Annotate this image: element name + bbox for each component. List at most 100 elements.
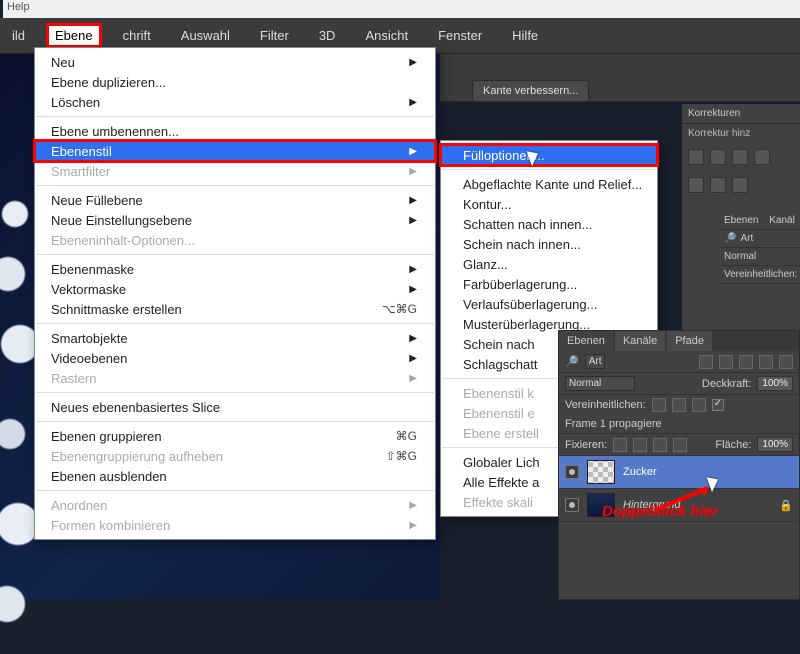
submenu-arrow-icon: ▶ (409, 195, 417, 206)
filter-shape-icon[interactable] (759, 355, 773, 369)
menu-item-label: Schatten nach innen... (463, 217, 592, 232)
adjust-icon[interactable] (710, 149, 726, 165)
korrekturen-tab[interactable]: Korrekturen (682, 104, 800, 124)
menu-ebene[interactable]: Ebene (49, 26, 99, 45)
adjust-icon[interactable] (732, 177, 748, 193)
menu-item-formen-kombinieren: Formen kombinieren▶ (35, 515, 435, 535)
mouse-cursor-2 (529, 149, 543, 167)
menu-item-smartobjekte[interactable]: Smartobjekte▶ (35, 328, 435, 348)
menu-item-verlaufs-berlagerung[interactable]: Verlaufsüberlagerung... (441, 294, 657, 314)
search-icon[interactable]: 🔎 (565, 355, 579, 368)
layers-panel-partial: Ebenen Kanäl 🔎Art Normal Vereinheitliche… (720, 212, 800, 284)
menu-item-shortcut: ⌘G (396, 429, 417, 443)
menu-item-glanz[interactable]: Glanz... (441, 254, 657, 274)
unify-style-icon[interactable] (692, 398, 706, 412)
menu-item-smartfilter: Smartfilter▶ (35, 161, 435, 181)
fill-value[interactable]: 100% (757, 437, 793, 452)
menu-item-schnittmaske-erstellen[interactable]: Schnittmaske erstellen⌥⌘G (35, 299, 435, 319)
menu-item-ebenen-gruppieren[interactable]: Ebenen gruppieren⌘G (35, 426, 435, 446)
layer-thumbnail[interactable] (587, 460, 615, 484)
unify-position-icon[interactable] (652, 398, 666, 412)
filter-image-icon[interactable] (699, 355, 713, 369)
propagate-label: Frame 1 propagiere (565, 418, 662, 430)
menu-item-label: Smartobjekte (51, 331, 128, 346)
menu-item-vektormaske[interactable]: Vektormaske▶ (35, 279, 435, 299)
kind-filter[interactable]: Art (585, 354, 606, 369)
menu-item-schein-nach-innen[interactable]: Schein nach innen... (441, 234, 657, 254)
menu-item-kontur[interactable]: Kontur... (441, 194, 657, 214)
propagate-checkbox[interactable] (712, 399, 724, 411)
menu-item-neu[interactable]: Neu▶ (35, 52, 435, 72)
adjust-icon[interactable] (732, 149, 748, 165)
submenu-arrow-icon: ▶ (409, 57, 417, 68)
filter-smart-icon[interactable] (779, 355, 793, 369)
menu-filter[interactable]: Filter (254, 26, 295, 45)
menu-item-label: Ebenenstil (51, 144, 112, 159)
visibility-eye-icon[interactable] (565, 465, 579, 479)
menu-fenster[interactable]: Fenster (432, 26, 488, 45)
menu-item-ebenen-ausblenden[interactable]: Ebenen ausblenden (35, 466, 435, 486)
menu-item-abgeflachte-kante-und-relief[interactable]: Abgeflachte Kante und Relief... (441, 174, 657, 194)
menu-item-ebene-umbenennen[interactable]: Ebene umbenennen... (35, 121, 435, 141)
menu-item-videoebenen[interactable]: Videoebenen▶ (35, 348, 435, 368)
menu-item-label: Neue Füllebene (51, 193, 143, 208)
menu-hilfe[interactable]: Hilfe (506, 26, 544, 45)
menu-item-label: Verlaufsüberlagerung... (463, 297, 597, 312)
layer-menu-dropdown: Neu▶Ebene duplizieren...Löschen▶ Ebene um… (34, 47, 436, 540)
filter-text-icon[interactable] (739, 355, 753, 369)
menu-item-label: Ebenenstil k (463, 386, 534, 401)
menu-ild[interactable]: ild (6, 26, 31, 45)
tab-ebenen[interactable]: Ebenen (559, 331, 613, 351)
blend-mode-select[interactable]: Normal (565, 376, 635, 391)
partial-kind-filter[interactable]: Art (740, 233, 753, 244)
filter-adjust-icon[interactable] (719, 355, 733, 369)
menu-item-ebenenstil[interactable]: Ebenenstil▶ (35, 141, 435, 161)
partial-tab-ebenen[interactable]: Ebenen (724, 215, 758, 226)
layers-panel: Ebenen Kanäle Pfade 🔎 Art Normal Deckkra… (558, 330, 800, 600)
menu-item-neues-ebenenbasiertes-slice[interactable]: Neues ebenenbasiertes Slice (35, 397, 435, 417)
tab-pfade[interactable]: Pfade (667, 331, 712, 351)
menu-item-f-lloptionen[interactable]: Fülloptionen... (441, 145, 657, 165)
menu-item-schatten-nach-innen[interactable]: Schatten nach innen... (441, 214, 657, 234)
menu-item-farb-berlagerung[interactable]: Farbüberlagerung... (441, 274, 657, 294)
menu-separator (442, 169, 656, 170)
menu-item-ebene-duplizieren[interactable]: Ebene duplizieren... (35, 72, 435, 92)
menu-item-l-schen[interactable]: Löschen▶ (35, 92, 435, 112)
menu-separator (36, 254, 434, 255)
menu-item-label: Ebenen ausblenden (51, 469, 167, 484)
menu-item-label: Globaler Lich (463, 455, 540, 470)
menu-item-label: Schein nach (463, 337, 535, 352)
menu-item-neue-f-llebene[interactable]: Neue Füllebene ▶ (35, 190, 435, 210)
refine-edge-button[interactable]: Kante verbessern... (472, 80, 589, 102)
menu-item-ebenengruppierung-aufheben: Ebenengruppierung aufheben⇧⌘G (35, 446, 435, 466)
lock-transparent-icon[interactable] (613, 438, 627, 452)
opacity-value[interactable]: 100% (757, 376, 793, 391)
visibility-eye-icon[interactable] (565, 498, 579, 512)
layer-name[interactable]: Zucker (623, 466, 657, 478)
lock-image-icon[interactable] (633, 438, 647, 452)
menu-chrift[interactable]: chrift (117, 26, 157, 45)
adjust-icon[interactable] (754, 149, 770, 165)
menu-separator (36, 490, 434, 491)
adjust-icon[interactable] (688, 149, 704, 165)
menu-item-label: Ebenenmaske (51, 262, 134, 277)
partial-tab-kanal[interactable]: Kanäl (769, 215, 795, 226)
menu-item-ebenenmaske[interactable]: Ebenenmaske▶ (35, 259, 435, 279)
unify-visibility-icon[interactable] (672, 398, 686, 412)
menu-item-label: Neues ebenenbasiertes Slice (51, 400, 220, 415)
tab-kanaele[interactable]: Kanäle (615, 331, 665, 351)
menu-3d[interactable]: 3D (313, 26, 342, 45)
lock-all-icon[interactable] (673, 438, 687, 452)
partial-blend-mode[interactable]: Normal (724, 251, 756, 262)
menu-auswahl[interactable]: Auswahl (175, 26, 236, 45)
menu-item-label: Smartfilter (51, 164, 110, 179)
menu-item-neue-einstellungsebene[interactable]: Neue Einstellungsebene▶ (35, 210, 435, 230)
submenu-arrow-icon: ▶ (409, 373, 417, 384)
adjust-icon[interactable] (688, 177, 704, 193)
submenu-arrow-icon: ▶ (409, 353, 417, 364)
menu-item-label: Ebenengruppierung aufheben (51, 449, 223, 464)
submenu-arrow-icon: ▶ (409, 520, 417, 531)
adjust-icon[interactable] (710, 177, 726, 193)
lock-position-icon[interactable] (653, 438, 667, 452)
menu-ansicht[interactable]: Ansicht (359, 26, 414, 45)
